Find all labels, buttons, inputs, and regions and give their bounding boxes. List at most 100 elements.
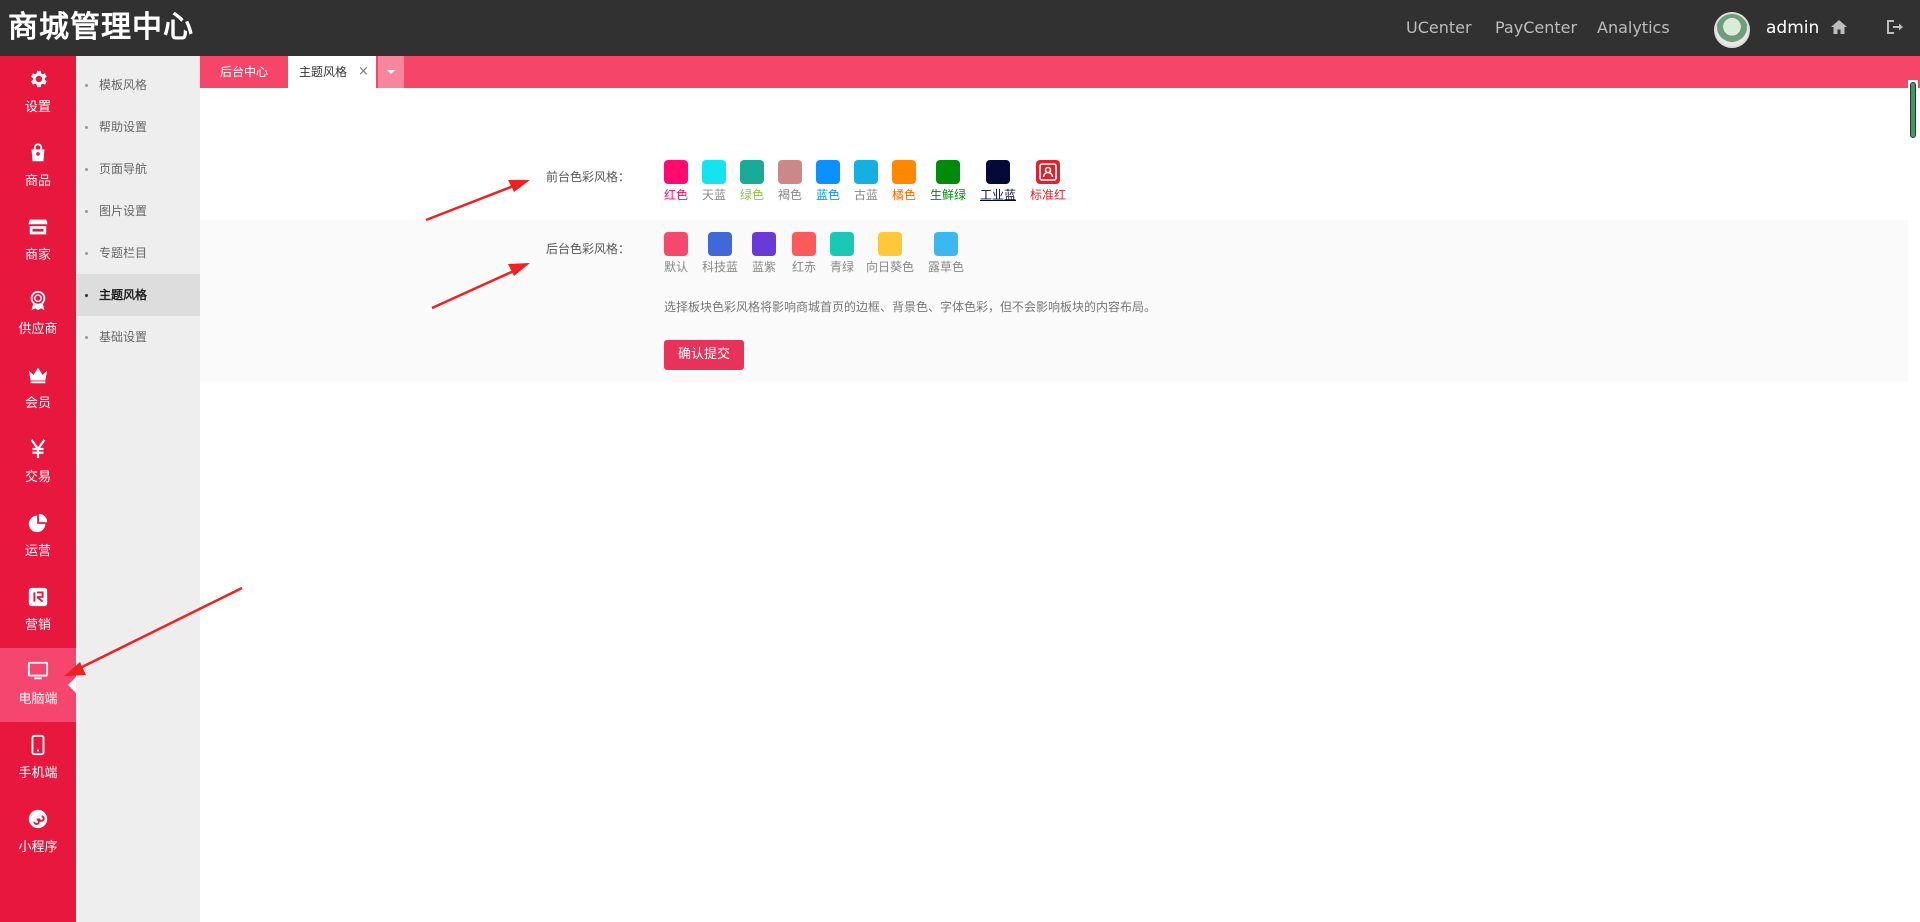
- promo-icon: [28, 587, 48, 607]
- front-color-swatch[interactable]: [854, 160, 878, 184]
- submit-button[interactable]: 确认提交: [664, 340, 744, 370]
- front-color-swatch[interactable]: [892, 160, 916, 184]
- sidebar-item-label: 设置: [24, 100, 51, 115]
- mobile-icon: [31, 734, 45, 756]
- analytics-link[interactable]: Analytics: [1597, 18, 1670, 38]
- crown-icon: [28, 367, 48, 384]
- sidebar-item-operation[interactable]: 运营: [0, 500, 76, 574]
- front-color-name: 橘色: [892, 188, 917, 202]
- active-indicator: [68, 677, 76, 693]
- front-color-name: 绿色: [740, 188, 765, 202]
- pie-chart-icon: [28, 513, 48, 533]
- home-icon[interactable]: [1829, 17, 1849, 37]
- subnav-item-help-settings[interactable]: 帮助设置: [76, 106, 200, 148]
- back-color-swatch[interactable]: [752, 232, 776, 256]
- sidebar-item-label: 运营: [24, 544, 51, 559]
- award-icon: [30, 290, 46, 311]
- front-color-name: 工业蓝: [980, 188, 1017, 202]
- monitor-icon: [27, 661, 49, 680]
- sub-sidebar: 模板风格 帮助设置 页面导航 图片设置 专题栏目 主题风格 基础设置: [76, 56, 200, 922]
- sidebar-item-label: 手机端: [18, 766, 58, 781]
- front-color-swatch[interactable]: [702, 160, 726, 184]
- front-color-name: 褐色: [778, 188, 803, 202]
- tab-label: 主题风格: [299, 65, 348, 79]
- scrollbar-track[interactable]: [1908, 80, 1918, 922]
- subnav-item-template-style[interactable]: 模板风格: [76, 64, 200, 106]
- theme-note: 选择板块色彩风格将影响商城首页的边框、背景色、字体色彩，但不会影响板块的内容布局…: [664, 300, 1157, 314]
- avatar[interactable]: [1714, 12, 1750, 48]
- front-color-swatch[interactable]: [1036, 160, 1060, 184]
- sidebar-item-trade[interactable]: 交易: [0, 426, 76, 500]
- user-badge-icon: [1039, 163, 1057, 181]
- back-color-name: 向日葵色: [866, 260, 915, 274]
- front-color-swatch[interactable]: [778, 160, 802, 184]
- back-color-name: 默认: [664, 260, 689, 274]
- sidebar-item-label: 商家: [24, 248, 51, 263]
- sidebar-item-label: 交易: [24, 470, 51, 485]
- subnav-item-image-settings[interactable]: 图片设置: [76, 190, 200, 232]
- front-color-name: 蓝色: [816, 188, 841, 202]
- back-color-label: 后台色彩风格：: [546, 242, 631, 256]
- sidebar-item-label: 供应商: [18, 322, 58, 337]
- sidebar-item-label: 电脑端: [18, 692, 58, 707]
- front-color-swatch[interactable]: [740, 160, 764, 184]
- sidebar-item-member[interactable]: 会员: [0, 352, 76, 426]
- front-color-name: 古蓝: [854, 188, 879, 202]
- subnav-item-page-nav[interactable]: 页面导航: [76, 148, 200, 190]
- sidebar-item-pc[interactable]: 电脑端: [0, 648, 76, 722]
- close-icon[interactable]: ×: [358, 56, 369, 88]
- front-color-name: 标准红: [1030, 188, 1067, 202]
- front-color-label: 前台色彩风格：: [546, 170, 631, 184]
- front-color-swatch[interactable]: [816, 160, 840, 184]
- subnav-item-topic-column[interactable]: 专题栏目: [76, 232, 200, 274]
- sidebar-item-mini-program[interactable]: 小程序: [0, 796, 76, 870]
- front-color-swatch[interactable]: [936, 160, 960, 184]
- tab-theme-style[interactable]: 主题风格 ×: [288, 56, 376, 88]
- back-color-name: 蓝紫: [752, 260, 777, 274]
- main-content: 前台色彩风格： 红色 天蓝 绿色 褐色 蓝色 古蓝 橘色 生鲜绿 工业蓝 标准红 后台色彩风格： …: [200, 88, 1912, 922]
- sidebar-item-supplier[interactable]: 供应商: [0, 278, 76, 352]
- front-color-name: 生鲜绿: [930, 188, 967, 202]
- yen-icon: [30, 439, 46, 459]
- back-color-swatch[interactable]: [830, 232, 854, 256]
- chevron-down-icon[interactable]: [378, 56, 404, 88]
- front-color-name: 红色: [664, 188, 689, 202]
- tab-home[interactable]: 后台中心: [200, 56, 288, 88]
- user-name[interactable]: admin: [1766, 17, 1819, 39]
- front-color-swatch[interactable]: [664, 160, 688, 184]
- back-color-swatch[interactable]: [934, 232, 958, 256]
- back-color-name: 青绿: [830, 260, 855, 274]
- back-color-swatch[interactable]: [708, 232, 732, 256]
- gear-icon: [31, 70, 47, 88]
- back-color-name: 红赤: [792, 260, 817, 274]
- shopping-bag-icon: [31, 143, 45, 162]
- scrollbar-thumb[interactable]: [1910, 82, 1916, 138]
- sidebar-item-label: 小程序: [18, 840, 58, 855]
- sidebar-item-marketing[interactable]: 营销: [0, 574, 76, 648]
- sidebar-item-settings[interactable]: 设置: [0, 56, 76, 130]
- mini-program-icon: [28, 809, 48, 829]
- ucenter-link[interactable]: UCenter: [1406, 18, 1472, 38]
- back-color-name: 露草色: [928, 260, 965, 274]
- store-icon: [28, 219, 48, 235]
- subnav-item-basic-settings[interactable]: 基础设置: [76, 316, 200, 358]
- sidebar-item-goods[interactable]: 商品: [0, 130, 76, 204]
- back-color-swatch[interactable]: [792, 232, 816, 256]
- sidebar-item-label: 商品: [24, 174, 51, 189]
- back-color-name: 科技蓝: [702, 260, 739, 274]
- logout-icon[interactable]: [1884, 17, 1904, 37]
- front-color-swatch[interactable]: [986, 160, 1010, 184]
- paycenter-link[interactable]: PayCenter: [1495, 18, 1577, 38]
- subnav-item-theme-style[interactable]: 主题风格: [76, 274, 200, 316]
- sidebar-item-merchant[interactable]: 商家: [0, 204, 76, 278]
- sidebar-item-mobile[interactable]: 手机端: [0, 722, 76, 796]
- main-sidebar: 设置 商品 商家 供应商 会员 交易 运营 营销 电脑端 手机端 小程序: [0, 56, 76, 922]
- sidebar-item-label: 会员: [24, 396, 51, 411]
- brand-title: 商城管理中心: [8, 10, 194, 45]
- tab-bar: 后台中心 主题风格 ×: [200, 56, 1920, 88]
- back-color-swatch[interactable]: [878, 232, 902, 256]
- front-color-name: 天蓝: [702, 188, 727, 202]
- sidebar-item-label: 营销: [24, 618, 51, 633]
- top-bar: 商城管理中心 UCenter PayCenter Analytics admin: [0, 0, 1920, 56]
- back-color-swatch[interactable]: [664, 232, 688, 256]
